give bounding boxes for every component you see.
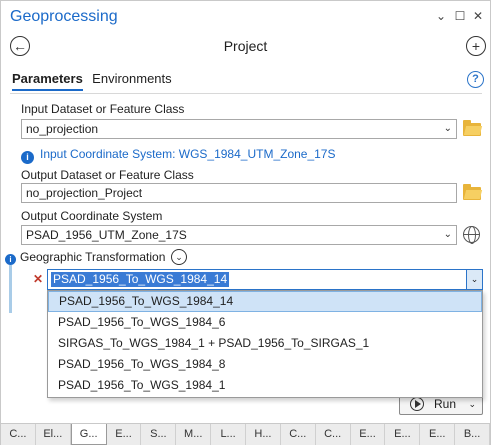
output-coordinate-system-label: Output Coordinate System bbox=[21, 209, 163, 223]
bottom-tab[interactable]: S... bbox=[141, 424, 177, 445]
chevron-down-icon[interactable]: ⌄ bbox=[444, 120, 452, 138]
help-icon[interactable]: ? bbox=[467, 71, 484, 88]
bottom-tab[interactable]: M... bbox=[176, 424, 212, 445]
tool-nav-row: ← Project + bbox=[1, 31, 490, 63]
bottom-tab[interactable]: L... bbox=[211, 424, 247, 445]
geographic-transformation-value[interactable]: PSAD_1956_To_WGS_1984_14 bbox=[51, 272, 230, 287]
globe-icon[interactable] bbox=[463, 226, 480, 244]
geoprocessing-pane: Geoprocessing ⌄ ☐ ✕ ← Project + Paramete… bbox=[0, 0, 491, 445]
transformation-group-bar bbox=[9, 265, 12, 313]
run-label: Run bbox=[434, 397, 457, 411]
input-coordinate-system-text: Input Coordinate System: WGS_1984_UTM_Zo… bbox=[40, 147, 336, 161]
bottom-tab[interactable]: E... bbox=[420, 424, 456, 445]
output-dataset-field[interactable]: no_projection_Project bbox=[21, 183, 457, 203]
run-icon bbox=[410, 397, 424, 411]
chevron-down-icon[interactable]: ⌄ bbox=[466, 270, 482, 289]
geographic-transformation-header: i Geographic Transformation bbox=[5, 250, 165, 265]
bottom-tab[interactable]: B... bbox=[455, 424, 491, 445]
bottom-tab[interactable]: E... bbox=[385, 424, 421, 445]
output-coordinate-system-value: PSAD_1956_UTM_Zone_17S bbox=[26, 228, 187, 242]
transformation-dropdown-list: PSAD_1956_To_WGS_1984_14 PSAD_1956_To_WG… bbox=[47, 290, 483, 398]
bottom-tab[interactable]: E... bbox=[107, 424, 142, 445]
input-dataset-label: Input Dataset or Feature Class bbox=[21, 102, 185, 116]
expand-chevron-icon[interactable]: ⌄ bbox=[171, 249, 187, 265]
info-icon: i bbox=[21, 151, 34, 164]
chevron-down-icon[interactable]: ⌄ bbox=[444, 226, 452, 244]
bottom-tab[interactable]: C... bbox=[281, 424, 316, 445]
error-x-icon: ✕ bbox=[33, 272, 44, 286]
tab-divider bbox=[10, 93, 482, 94]
dropdown-option[interactable]: SIRGAS_To_WGS_1984_1 + PSAD_1956_To_SIRG… bbox=[48, 333, 482, 354]
output-dataset-label: Output Dataset or Feature Class bbox=[21, 168, 194, 182]
folder-icon[interactable] bbox=[463, 120, 481, 136]
input-dataset-value: no_projection bbox=[26, 122, 99, 136]
tool-title: Project bbox=[223, 38, 268, 54]
input-coordinate-system-info: i Input Coordinate System: WGS_1984_UTM_Z… bbox=[21, 147, 336, 164]
dropdown-option[interactable]: PSAD_1956_To_WGS_1984_1 bbox=[48, 375, 482, 396]
folder-icon[interactable] bbox=[463, 184, 481, 200]
geographic-transformation-combo[interactable]: PSAD_1956_To_WGS_1984_14 ⌄ bbox=[47, 269, 483, 290]
add-icon[interactable]: + bbox=[466, 36, 486, 56]
output-dataset-value: no_projection_Project bbox=[26, 186, 143, 200]
bottom-tab[interactable]: C... bbox=[316, 424, 351, 445]
close-icon[interactable]: ✕ bbox=[470, 7, 486, 25]
pane-title: Geoprocessing bbox=[10, 8, 118, 25]
tab-parameters[interactable]: Parameters bbox=[12, 71, 83, 91]
dropdown-option[interactable]: PSAD_1956_To_WGS_1984_6 bbox=[48, 312, 482, 333]
bottom-tab[interactable]: El... bbox=[36, 424, 71, 445]
maximize-icon[interactable]: ☐ bbox=[452, 7, 468, 25]
dropdown-option[interactable]: PSAD_1956_To_WGS_1984_14 bbox=[48, 291, 482, 312]
pane-options-chevron-icon[interactable]: ⌄ bbox=[433, 7, 449, 25]
bottom-tab-geoprocessing[interactable]: G... bbox=[70, 424, 107, 445]
bottom-tab[interactable]: E... bbox=[351, 424, 386, 445]
input-dataset-field[interactable]: no_projection ⌄ bbox=[21, 119, 457, 139]
pane-titlebar: Geoprocessing ⌄ ☐ ✕ bbox=[1, 1, 490, 31]
output-coordinate-system-field[interactable]: PSAD_1956_UTM_Zone_17S ⌄ bbox=[21, 225, 457, 245]
bottom-pane-tabs: C... El... G... E... S... M... L... H...… bbox=[1, 423, 491, 445]
bottom-tab[interactable]: C... bbox=[1, 424, 36, 445]
bottom-tab[interactable]: H... bbox=[246, 424, 281, 445]
geographic-transformation-label: Geographic Transformation bbox=[20, 250, 166, 264]
tab-environments[interactable]: Environments bbox=[92, 71, 171, 89]
tool-tabs: Parameters Environments bbox=[12, 71, 178, 93]
info-icon: i bbox=[5, 254, 16, 265]
dropdown-option[interactable]: PSAD_1956_To_WGS_1984_8 bbox=[48, 354, 482, 375]
